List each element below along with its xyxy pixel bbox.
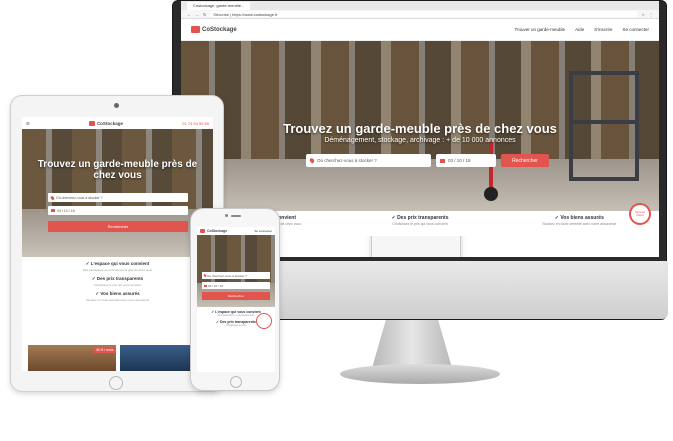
tablet-search-button[interactable]: Rechercher xyxy=(48,221,188,232)
phone-search-button[interactable]: Rechercher xyxy=(202,292,270,300)
logo-icon xyxy=(88,120,95,126)
feature-title: ✓ Des prix transparents xyxy=(391,215,449,221)
location-pin-icon xyxy=(308,157,316,164)
phone-login-link[interactable]: Se connecter xyxy=(254,229,272,233)
tablet-feature-insurance: ✓ Vos biens assurés Stockez en toute sér… xyxy=(85,291,150,302)
nav-item-find[interactable]: Trouver un garde-meuble xyxy=(514,27,565,32)
feature-desc: Choisissez le prix qui vous convient xyxy=(392,222,448,226)
tablet-date-input[interactable]: 03 / 10 / 18 xyxy=(48,206,188,215)
tablet-feature-space: ✓ L'espace qui vous convient Des particu… xyxy=(82,261,153,272)
tablet-listing-thumbnails: 80 € / mois xyxy=(28,345,207,371)
calendar-icon xyxy=(204,284,207,287)
service-client-badge[interactable] xyxy=(256,313,272,329)
logo-text: CoStockage xyxy=(202,26,237,33)
address-field[interactable]: Sécurisé | https://www.costockage.fr xyxy=(210,11,638,17)
star-icon[interactable]: ☆ xyxy=(641,12,645,17)
phone-header: CoStockage Se connecter xyxy=(197,227,275,235)
logo-icon xyxy=(191,26,200,33)
tablet-phone[interactable]: 01 74 94 59 89 xyxy=(182,121,209,126)
date-input[interactable]: 03 / 10 / 18 xyxy=(436,154,496,167)
hero-section: Trouvez un garde-meuble près de chez vou… xyxy=(181,41,659,211)
tablet-feature-prices: ✓ Des prix transparents Choisissez le pr… xyxy=(91,276,144,287)
browser-url-bar: ← → ↻ Sécurisé | https://www.costockage.… xyxy=(181,10,659,19)
phone-screen: CoStockage Se connecter Où cherchez-vous… xyxy=(197,227,275,372)
phone-camera xyxy=(225,214,228,217)
phone-date-input[interactable]: 03 / 10 / 18 xyxy=(202,282,270,289)
nav-item-login[interactable]: Se connecter xyxy=(622,27,649,32)
reload-icon[interactable]: ↻ xyxy=(203,12,206,17)
nav-item-help[interactable]: Aide xyxy=(575,27,584,32)
location-placeholder: Où cherchez-vous à stocker ? xyxy=(317,158,377,163)
hero-title: Trouvez un garde-meuble près de chez vou… xyxy=(283,121,557,136)
monitor-stand-base xyxy=(340,364,500,384)
location-pin-icon xyxy=(50,195,55,200)
hand-truck-icon xyxy=(481,141,501,201)
forward-arrow-icon[interactable]: → xyxy=(195,12,199,17)
tablet-camera xyxy=(114,103,119,108)
tablet-home-button[interactable] xyxy=(109,376,123,390)
phone-speaker xyxy=(231,215,241,217)
logo-icon xyxy=(200,229,205,233)
tablet-screen: ☰ CoStockage 01 74 94 59 89 Trouvez un g… xyxy=(22,117,213,371)
calendar-icon xyxy=(51,209,55,212)
browser-tab-bar: Costockage, garde-meuble... xyxy=(181,1,659,10)
site-logo[interactable]: CoStockage xyxy=(191,26,237,33)
feature-desc: Stockez en toute sérénité avec notre ass… xyxy=(542,222,617,226)
listing-thumbnail[interactable]: 80 € / mois xyxy=(28,345,116,371)
search-button[interactable]: Rechercher xyxy=(501,154,549,167)
phone-logo[interactable]: CoStockage xyxy=(200,229,227,233)
calendar-icon xyxy=(440,158,445,163)
tablet-hero: Trouvez un garde-meuble près de chez vou… xyxy=(22,129,213,257)
phone-device: CoStockage Se connecter Où cherchez-vous… xyxy=(190,208,280,391)
phone-hero: Où cherchez-vous à stocker ? 03 / 10 / 1… xyxy=(197,235,275,307)
feature-prices: ✓ Des prix transparents Choisissez le pr… xyxy=(360,215,480,226)
monitor-stand-neck xyxy=(372,318,452,368)
service-client-badge[interactable]: Service Client xyxy=(629,203,651,225)
listing-price: 80 € / mois xyxy=(94,347,116,353)
browser-tab[interactable]: Costockage, garde-meuble... xyxy=(187,1,251,10)
tablet-location-input[interactable]: Où cherchez-vous à stocker ? xyxy=(48,193,188,202)
feature-title: ✓ Vos biens assurés xyxy=(554,215,604,221)
browser-tab-title: Costockage, garde-meuble... xyxy=(193,3,245,8)
tablet-logo[interactable]: CoStockage xyxy=(88,120,123,126)
tablet-header: ☰ CoStockage 01 74 94 59 89 xyxy=(22,117,213,129)
address-text: Sécurisé | https://www.costockage.fr xyxy=(213,11,278,17)
hero-subtitle: Déménagement, stockage, archivage : + de… xyxy=(324,137,516,144)
date-value: 03 / 10 / 18 xyxy=(448,158,471,163)
site-header: CoStockage Trouver un garde-meuble Aide … xyxy=(181,19,659,257)
tablet-hero-title: Trouvez un garde-meuble près de chez vou… xyxy=(37,159,198,181)
nav-item-signup[interactable]: S'inscrire xyxy=(594,27,612,32)
hamburger-icon[interactable]: ☰ xyxy=(26,121,30,126)
feature-insurance: ✓ Vos biens assurés Stockez en toute sér… xyxy=(519,215,639,226)
location-input[interactable]: Où cherchez-vous à stocker ? xyxy=(306,154,431,167)
phone-location-input[interactable]: Où cherchez-vous à stocker ? xyxy=(202,272,270,279)
phone-home-button[interactable] xyxy=(230,376,242,388)
search-bar: Où cherchez-vous à stocker ? 03 / 10 / 1… xyxy=(306,154,549,167)
menu-dots-icon[interactable]: ⋮ xyxy=(649,12,653,17)
back-arrow-icon[interactable]: ← xyxy=(187,12,191,17)
